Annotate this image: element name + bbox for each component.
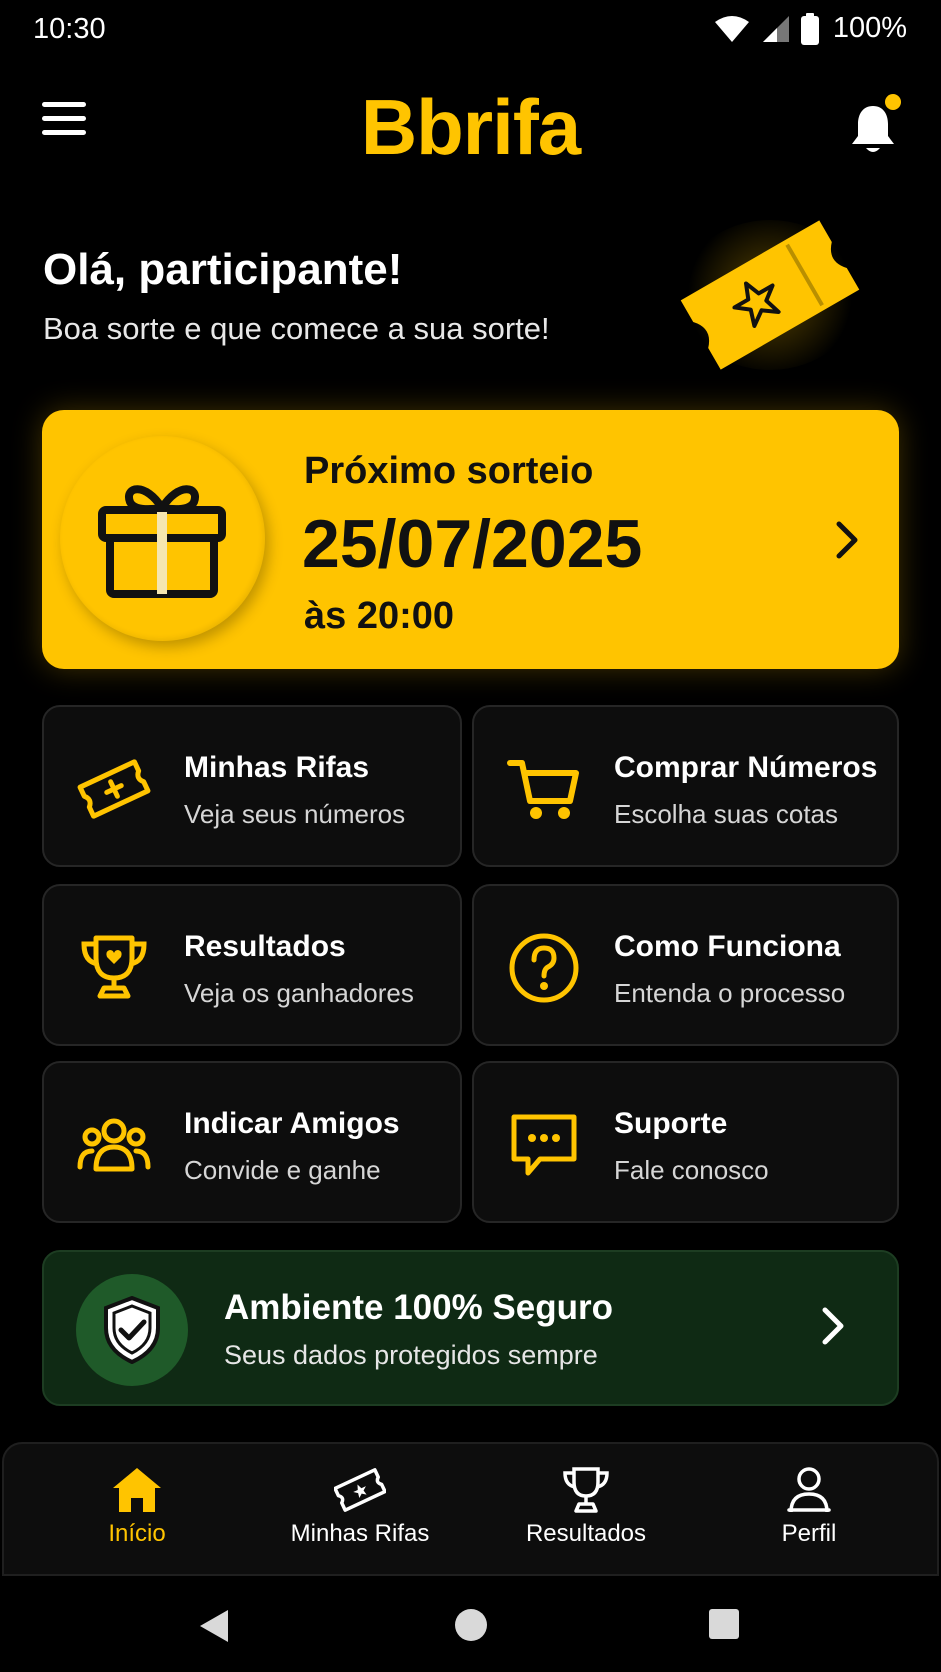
tile-subtitle: Veja seus números — [184, 799, 406, 829]
trophy-icon — [563, 1467, 609, 1513]
gift-icon — [98, 485, 226, 598]
golden-ticket-icon — [680, 220, 860, 370]
nav-perfil[interactable]: Perfil — [709, 1444, 909, 1578]
bell-icon — [852, 106, 894, 152]
trophy-icon — [81, 935, 147, 999]
secure-subtitle: Seus dados protegidos sempre — [224, 1340, 598, 1370]
back-icon[interactable] — [198, 1608, 230, 1644]
tile-subtitle: Convide e ganhe — [184, 1155, 381, 1185]
tile-subtitle: Fale conosco — [614, 1155, 769, 1185]
bottom-navigation: Início Minhas Rifas Resultados Perfil — [2, 1442, 939, 1576]
wifi-icon — [714, 15, 749, 42]
tile-indicar-amigos[interactable]: Indicar Amigos Convide e ganhe — [42, 1061, 462, 1223]
user-icon — [787, 1467, 831, 1513]
nav-label: Minhas Rifas — [290, 1520, 430, 1547]
battery-icon — [800, 12, 819, 45]
nav-label: Início — [108, 1520, 166, 1547]
nav-inicio[interactable]: Início — [37, 1444, 237, 1578]
greeting-section: Olá, participante! Boa sorte e que comec… — [43, 245, 550, 347]
chat-icon — [511, 1114, 577, 1176]
battery-percent: 100% — [832, 12, 907, 44]
notifications-button[interactable] — [849, 94, 901, 154]
shield-check-icon — [104, 1296, 160, 1364]
app-screen: 10:30 100% Bbrifa Olá, participante! Boa… — [0, 0, 941, 1672]
tile-comprar-numeros[interactable]: Comprar Números Escolha suas cotas — [472, 705, 899, 867]
cart-icon — [507, 760, 579, 819]
app-title: Bbrifa — [360, 83, 581, 171]
tile-subtitle: Veja os ganhadores — [184, 978, 414, 1008]
status-indicators: 100% — [713, 12, 907, 45]
home-icon — [113, 1468, 161, 1512]
next-draw-card[interactable]: Próximo sorteio 25/07/2025 às 20:00 — [42, 410, 899, 669]
nav-minhas-rifas[interactable]: Minhas Rifas — [260, 1444, 460, 1578]
nav-label: Perfil — [781, 1520, 837, 1547]
tile-suporte[interactable]: Suporte Fale conosco — [472, 1061, 899, 1223]
app-header: Bbrifa — [0, 80, 941, 171]
tile-title: Minhas Rifas — [184, 751, 370, 784]
signal-icon — [762, 15, 789, 42]
gift-badge — [60, 436, 265, 641]
system-navigation-bar — [0, 1578, 941, 1672]
tile-minhas-rifas[interactable]: Minhas Rifas Veja seus números — [42, 705, 462, 867]
ticket-illustration — [660, 200, 880, 390]
secure-environment-card[interactable]: Ambiente 100% Seguro Seus dados protegid… — [42, 1250, 899, 1406]
status-time: 10:30 — [33, 13, 106, 45]
next-draw-label: Próximo sorteio — [304, 450, 594, 492]
greeting-subtitle: Boa sorte e que comece a sua sorte! — [43, 311, 550, 346]
chevron-right-icon — [822, 1307, 844, 1345]
tile-resultados[interactable]: Resultados Veja os ganhadores — [42, 884, 462, 1046]
greeting-title: Olá, participante! — [43, 245, 403, 294]
tile-title: Resultados — [184, 930, 346, 963]
nav-resultados[interactable]: Resultados — [486, 1444, 686, 1578]
home-circle-icon[interactable] — [454, 1608, 488, 1642]
ticket-icon — [334, 1468, 386, 1512]
tile-title: Indicar Amigos — [184, 1107, 400, 1140]
chevron-right-icon — [836, 521, 858, 559]
notification-badge — [885, 94, 901, 110]
users-icon — [77, 1118, 151, 1172]
nav-label: Resultados — [525, 1520, 647, 1547]
tile-subtitle: Entenda o processo — [614, 978, 846, 1008]
recents-icon[interactable] — [708, 1608, 740, 1640]
tile-como-funciona[interactable]: Como Funciona Entenda o processo — [472, 884, 899, 1046]
secure-title: Ambiente 100% Seguro — [224, 1288, 613, 1327]
tile-title: Como Funciona — [614, 930, 841, 963]
status-bar: 10:30 100% — [0, 0, 941, 60]
ticket-icon — [77, 759, 151, 819]
help-icon — [509, 933, 579, 1003]
next-draw-date: 25/07/2025 — [302, 506, 643, 582]
tile-subtitle: Escolha suas cotas — [614, 799, 839, 829]
tile-title: Suporte — [614, 1107, 728, 1140]
tile-title: Comprar Números — [614, 751, 878, 784]
next-draw-time: às 20:00 — [304, 595, 455, 637]
shield-badge — [76, 1274, 188, 1386]
